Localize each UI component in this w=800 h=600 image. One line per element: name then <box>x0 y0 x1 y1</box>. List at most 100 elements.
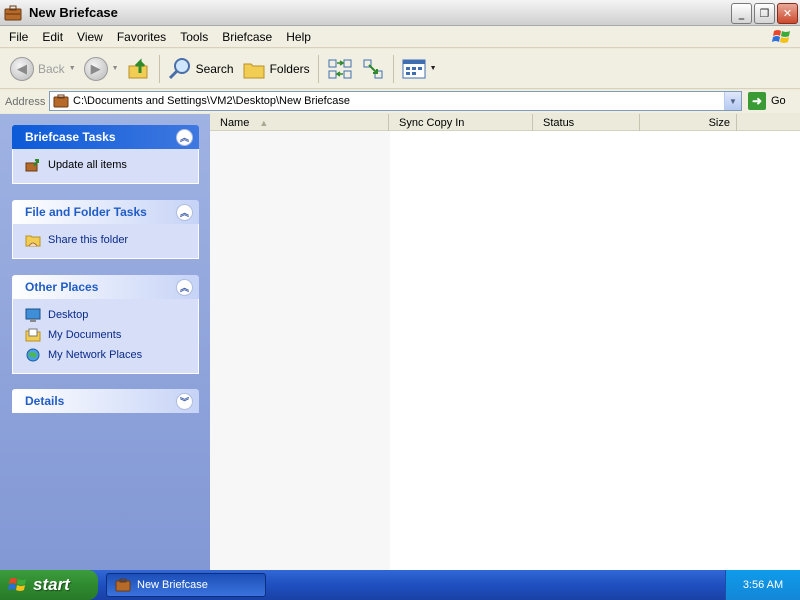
task-label: My Network Places <box>48 349 143 361</box>
address-dropdown-button[interactable]: ▼ <box>724 92 741 110</box>
file-folder-tasks-panel: File and Folder Tasks ︽ Share this folde… <box>12 200 199 259</box>
address-label: Address <box>5 95 46 108</box>
restore-button[interactable]: ❐ <box>754 3 775 24</box>
taskbar-window-label: New Briefcase <box>137 579 208 591</box>
dropdown-arrow-icon: ▼ <box>429 65 437 72</box>
title-bar: New Briefcase _ ❐ ✕ <box>0 0 800 26</box>
taskbar: start New Briefcase 3:56 AM <box>0 570 800 600</box>
desktop-icon <box>25 308 41 322</box>
search-button[interactable]: Search <box>164 52 238 86</box>
column-label: Size <box>708 116 730 129</box>
up-folder-button[interactable] <box>123 52 155 86</box>
briefcase-tasks-header[interactable]: Briefcase Tasks ︽ <box>12 125 199 149</box>
up-folder-icon <box>128 57 148 78</box>
panel-title: Details <box>25 394 65 408</box>
file-folder-tasks-body: Share this folder <box>12 224 199 259</box>
my-documents-icon <box>25 328 41 342</box>
other-places-body: Desktop My Documents My Network Places <box>12 299 199 374</box>
panel-title: Briefcase Tasks <box>25 130 116 144</box>
copy-to-button[interactable] <box>357 52 389 86</box>
taskbar-window-button[interactable]: New Briefcase <box>106 573 266 597</box>
task-pane: Briefcase Tasks ︽ Update all items File … <box>0 114 210 570</box>
share-folder-icon <box>25 235 41 247</box>
collapse-chevron-icon[interactable]: ︽ <box>176 203 193 221</box>
dropdown-arrow-icon: ▼ <box>111 65 119 72</box>
menu-bar: File Edit View Favorites Tools Briefcase… <box>0 26 800 48</box>
dropdown-arrow-icon: ▼ <box>68 65 76 72</box>
column-header-status[interactable]: Status <box>533 114 640 131</box>
close-button[interactable]: ✕ <box>777 3 798 24</box>
window-title: New Briefcase <box>29 5 118 20</box>
column-label: Status <box>543 116 575 129</box>
column-header-size[interactable]: Size <box>640 114 737 131</box>
sort-ascending-icon: ▲ <box>259 117 269 128</box>
task-label: Update all items <box>48 159 127 171</box>
move-to-button[interactable] <box>323 52 357 86</box>
file-list[interactable]: Name ▲ Sync Copy In Status Size <box>210 114 800 570</box>
column-header-sync-copy-in[interactable]: Sync Copy In <box>389 114 533 131</box>
menu-tools[interactable]: Tools <box>173 30 215 44</box>
task-label: Share this folder <box>48 234 129 246</box>
copy-to-icon <box>363 59 383 78</box>
back-button[interactable]: ◀ Back ▼ <box>6 52 80 86</box>
place-desktop[interactable]: Desktop <box>25 305 198 325</box>
folders-button[interactable]: Folders <box>238 52 314 86</box>
update-briefcase-icon <box>25 159 39 172</box>
briefcase-icon <box>4 5 22 20</box>
go-button[interactable]: ➜ Go <box>748 92 786 110</box>
folders-icon <box>243 63 265 78</box>
move-to-icon <box>328 59 352 78</box>
other-places-header[interactable]: Other Places ︽ <box>12 275 199 299</box>
back-label: Back <box>38 61 65 76</box>
go-label: Go <box>771 95 786 107</box>
collapse-chevron-icon[interactable]: ︽ <box>176 128 193 146</box>
sorted-column-highlight <box>210 131 390 570</box>
address-bar: Address C:\Documents and Settings\VM2\De… <box>0 90 800 113</box>
menu-favorites[interactable]: Favorites <box>110 30 173 44</box>
start-button[interactable]: start <box>0 570 98 600</box>
folders-label: Folders <box>269 61 310 76</box>
menu-file[interactable]: File <box>0 30 35 44</box>
column-label: Sync Copy In <box>399 116 465 129</box>
network-places-icon <box>26 348 40 362</box>
start-label: start <box>33 575 70 594</box>
task-share-this-folder[interactable]: Share this folder <box>25 230 198 250</box>
place-my-network-places[interactable]: My Network Places <box>25 345 198 365</box>
forward-arrow-icon: ▶ <box>83 56 108 81</box>
briefcase-tasks-panel: Briefcase Tasks ︽ Update all items <box>12 125 199 184</box>
windows-logo-icon <box>8 578 26 591</box>
briefcase-icon <box>115 578 131 592</box>
views-button[interactable]: ▼ <box>398 52 441 86</box>
task-label: My Documents <box>48 329 122 341</box>
search-label: Search <box>195 61 234 76</box>
place-my-documents[interactable]: My Documents <box>25 325 198 345</box>
search-icon <box>168 57 190 79</box>
briefcase-icon <box>53 94 69 108</box>
toolbar-separator <box>317 54 319 83</box>
menu-view[interactable]: View <box>70 30 110 44</box>
collapse-chevron-icon[interactable]: ︽ <box>176 278 193 296</box>
toolbar-separator <box>158 54 160 83</box>
column-header-name[interactable]: Name ▲ <box>210 114 389 131</box>
clock[interactable]: 3:56 AM <box>743 579 783 591</box>
details-panel: Details ︾ <box>12 389 199 413</box>
panel-title: Other Places <box>25 280 99 294</box>
expand-chevron-icon[interactable]: ︾ <box>176 392 193 410</box>
menu-briefcase[interactable]: Briefcase <box>215 30 279 44</box>
menu-edit[interactable]: Edit <box>35 30 70 44</box>
file-folder-tasks-header[interactable]: File and Folder Tasks ︽ <box>12 200 199 224</box>
system-tray: 3:56 AM <box>725 570 800 600</box>
go-arrow-icon: ➜ <box>748 92 766 110</box>
views-icon <box>402 59 426 78</box>
address-input[interactable]: C:\Documents and Settings\VM2\Desktop\Ne… <box>49 91 742 111</box>
menu-help[interactable]: Help <box>279 30 318 44</box>
column-headers: Name ▲ Sync Copy In Status Size <box>210 114 800 131</box>
forward-button[interactable]: ▶ ▼ <box>80 52 123 86</box>
details-header[interactable]: Details ︾ <box>12 389 199 413</box>
task-update-all-items[interactable]: Update all items <box>25 155 198 175</box>
back-arrow-icon: ◀ <box>10 56 34 81</box>
windows-logo-icon <box>772 30 790 43</box>
toolbar: ◀ Back ▼ ▶ ▼ Search Folders ▼ <box>0 49 800 89</box>
address-path: C:\Documents and Settings\VM2\Desktop\Ne… <box>73 95 350 107</box>
minimize-button[interactable]: _ <box>731 3 752 24</box>
